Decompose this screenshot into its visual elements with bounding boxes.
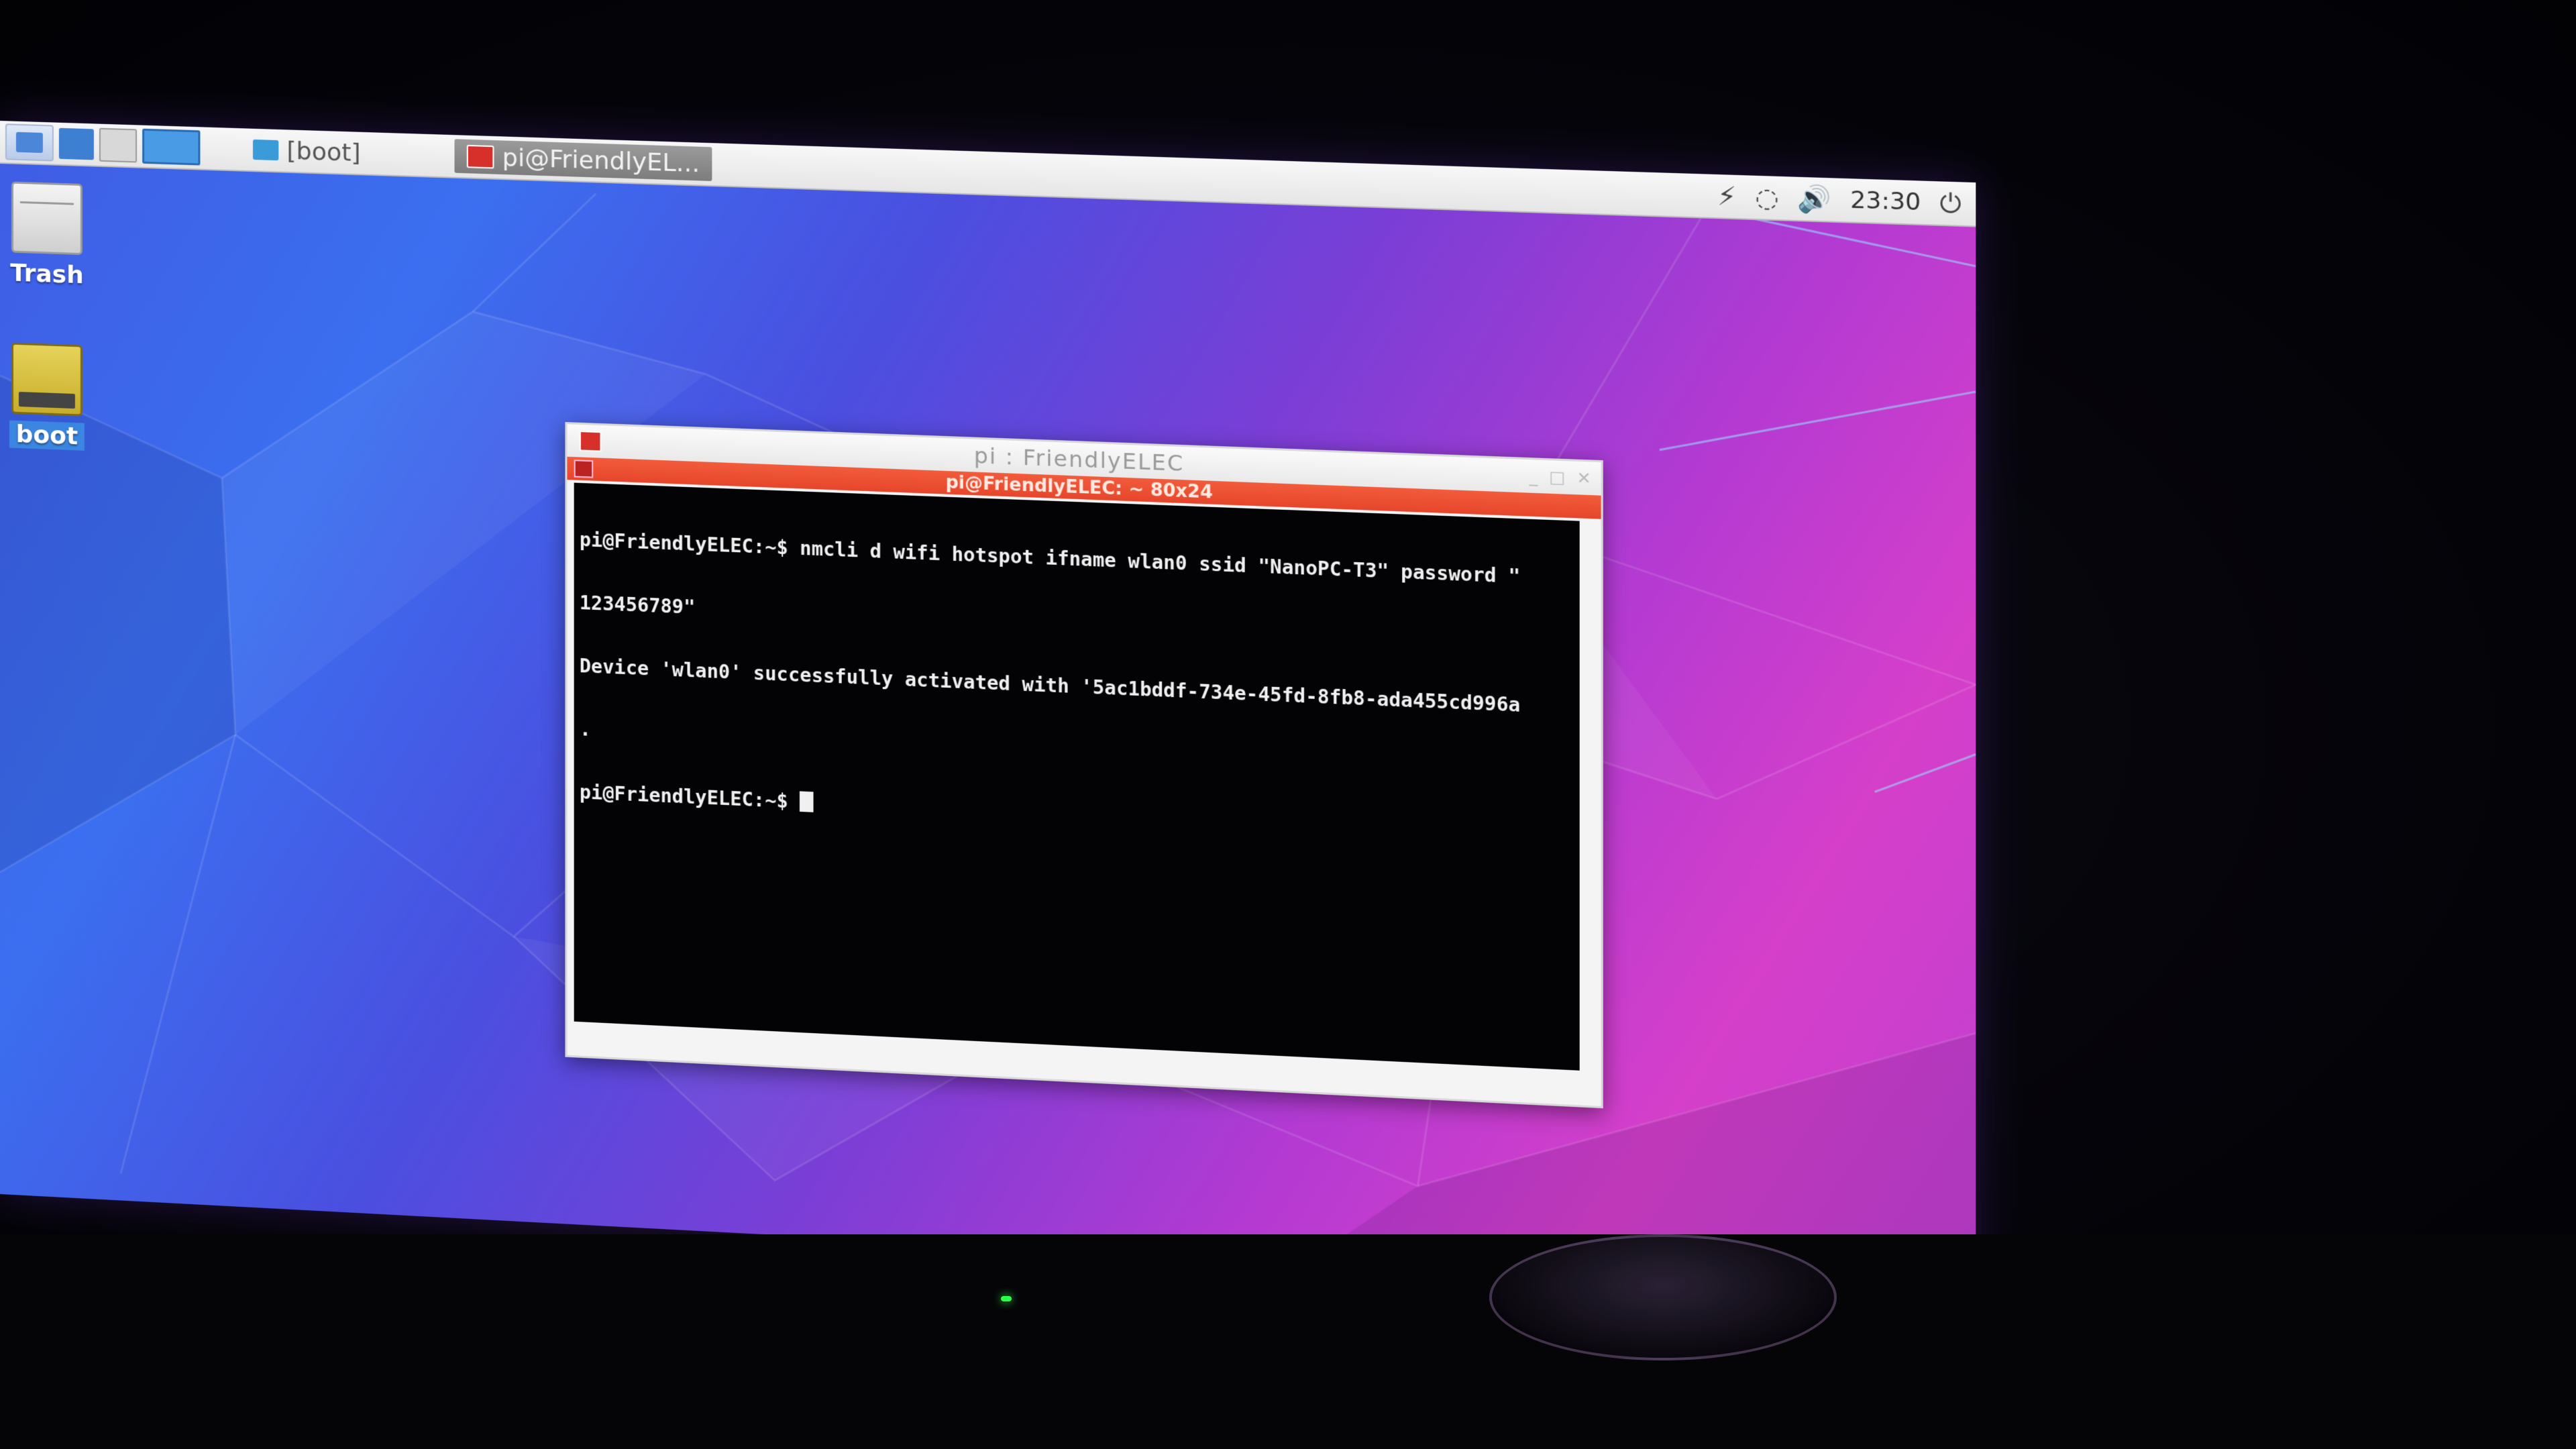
terminal-window[interactable]: pi : FriendlyELEC _ □ ✕ pi@FriendlyELEC:…	[565, 422, 1603, 1109]
terminal-line: Device 'wlan0' successfully activated wi…	[579, 654, 1521, 717]
browser-launcher-icon[interactable]	[58, 127, 94, 160]
monitor-bezel	[0, 1234, 2576, 1449]
photo-scene: [boot] pi@FriendlyEL... ⚡ ◌ 🔊 23:30 ⏻ Tr…	[0, 0, 2576, 1449]
clock[interactable]: 23:30	[1850, 186, 1921, 217]
terminal-output[interactable]: pi@FriendlyELEC:~$ nmcli d wifi hotspot …	[574, 482, 1580, 1071]
bolt-icon[interactable]: ⚡	[1717, 180, 1736, 211]
terminal-line: 123456789"	[579, 591, 696, 619]
taskbar-item-boot[interactable]: [boot]	[241, 132, 373, 170]
menu-launcher-icon	[15, 131, 43, 154]
desktop-icon-label: boot	[9, 420, 85, 451]
drive-icon	[11, 342, 83, 417]
terminal-line: pi@FriendlyELEC:~$ nmcli d wifi hotspot …	[579, 528, 1521, 588]
trash-icon	[11, 181, 83, 256]
terminal-prompt-line: pi@FriendlyELEC:~$	[579, 780, 1574, 847]
file-manager-launcher-icon[interactable]	[99, 127, 138, 163]
terminal-line: .	[579, 717, 592, 741]
system-tray: ⚡ ◌ 🔊 23:30 ⏻	[1717, 180, 1962, 219]
network-icon[interactable]: ◌	[1755, 182, 1778, 213]
menu-launcher-button[interactable]	[5, 123, 54, 162]
glass-cup	[1489, 1234, 1837, 1360]
desktop-icon-trash[interactable]: Trash	[0, 181, 94, 290]
folder-icon	[252, 139, 279, 161]
power-icon[interactable]: ⏻	[1939, 187, 1961, 219]
monitor-screen: [boot] pi@FriendlyEL... ⚡ ◌ 🔊 23:30 ⏻ Tr…	[0, 121, 1976, 1299]
power-led	[1001, 1296, 1012, 1301]
desktop-icon-label: Trash	[10, 259, 84, 290]
taskbar-item-label: [boot]	[286, 136, 361, 167]
taskbar-item-label: pi@FriendlyEL...	[502, 144, 700, 178]
taskbar-item-terminal[interactable]: pi@FriendlyEL...	[454, 139, 712, 181]
show-desktop-icon[interactable]	[142, 128, 201, 166]
text-cursor	[800, 791, 814, 812]
terminal-prompt: pi@FriendlyELEC:~$	[579, 780, 800, 813]
terminal-icon	[466, 144, 494, 169]
desktop-icon-boot[interactable]: boot	[0, 342, 94, 451]
volume-icon[interactable]: 🔊	[1798, 183, 1832, 215]
